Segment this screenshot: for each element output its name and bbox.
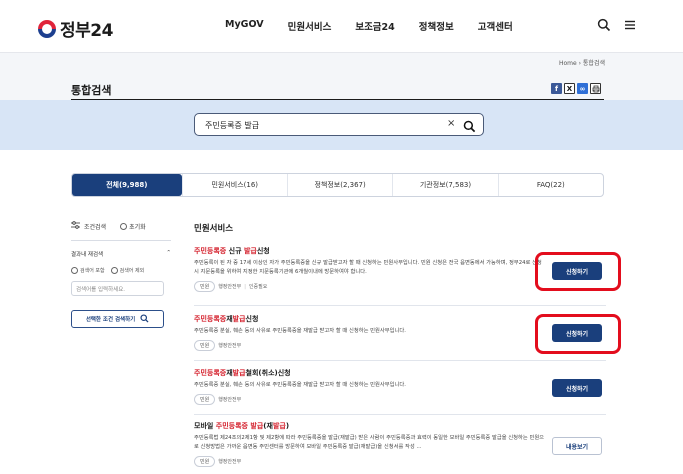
reset-icon	[120, 222, 128, 230]
filter-divider	[71, 240, 171, 241]
breadcrumb-separator: ›	[578, 60, 581, 67]
page-title: 통합검색	[71, 84, 112, 97]
title-keyword: 주민등록증 발급	[215, 422, 264, 430]
breadcrumb-current: 통합검색	[582, 60, 605, 67]
title-keyword: 발급	[243, 247, 257, 255]
reset-button[interactable]: 초기화	[120, 222, 146, 231]
radio-include[interactable]: 검색어 포함	[71, 267, 105, 274]
result-description: 주민등록이 된 자 중 17세 이상인 자가 주민등록증을 신규 발급받고자 할…	[194, 260, 542, 275]
radio-icon	[110, 267, 118, 274]
radio-include-label: 검색어 포함	[80, 268, 105, 274]
org-name: 행정안전부	[218, 343, 242, 349]
meta-divider: |	[244, 283, 246, 290]
result-description: 주민등록증 분실, 훼손 등의 사유로 주민등록증을 재발급 받고자 할 때 신…	[194, 382, 406, 388]
share-tools: f X ∞	[551, 83, 601, 94]
logo-text: 정부24	[60, 21, 113, 41]
org-name: 행정안전부	[218, 397, 242, 403]
nav-mygov[interactable]: MyGOV	[225, 19, 264, 33]
result-item: 모바일 주민등록증 발급(재발급) 주민등록법 제24조의2제1항 및 제2항에…	[194, 421, 606, 467]
nav-subsidy24[interactable]: 보조금24	[355, 19, 394, 33]
title-text: 모바일	[194, 422, 216, 430]
result-title[interactable]: 주민등록증재발급철회(취소)신청	[194, 368, 606, 378]
search-input[interactable]	[205, 118, 435, 132]
reset-label: 초기화	[129, 223, 146, 231]
taegeuk-logo-icon	[38, 19, 56, 38]
filter-sidebar: 조건검색 초기화 결과내 재검색 ⌃ 검색어 포함 검색어 제외 검색어를 입력…	[71, 220, 171, 328]
org-name: 행정안전부	[218, 459, 242, 465]
auth-required: 인증필요	[248, 284, 268, 290]
category-tag: 민원	[194, 456, 216, 467]
site-logo[interactable]: 정부24	[38, 16, 113, 41]
category-tag: 민원	[194, 394, 216, 405]
x-twitter-icon[interactable]: X	[564, 83, 575, 94]
breadcrumb-home[interactable]: Home	[559, 60, 577, 67]
results-section: 민원서비스 주민등록증 신규 발급신청 주민등록이 된 자 중 17세 이상인 …	[194, 222, 621, 467]
filter-sliders-icon	[71, 221, 80, 231]
title-text: 신규	[226, 247, 244, 255]
title-keyword: 주민등록증	[194, 369, 227, 377]
research-title: 결과내 재검색	[71, 252, 104, 258]
search-icon	[140, 313, 149, 325]
org-name: 행정안전부	[218, 284, 242, 290]
condition-search-label: 선택한 조건 검색하기	[85, 317, 136, 323]
result-title[interactable]: 모바일 주민등록증 발급(재발급)	[194, 421, 606, 431]
title-keyword: 발급	[272, 422, 286, 430]
item-divider	[194, 360, 606, 361]
view-details-button[interactable]: 내용보기	[552, 437, 602, 455]
category-tag: 민원	[194, 340, 216, 351]
category-tag: 민원	[194, 281, 216, 292]
title-keyword: 주민등록증	[194, 247, 227, 255]
research-input[interactable]: 검색어를 입력하세요.	[71, 281, 164, 296]
result-item: 주민등록증 신규 발급신청 주민등록이 된 자 중 17세 이상인 자가 주민등…	[194, 246, 621, 292]
item-divider	[194, 305, 606, 306]
radio-icon	[71, 267, 78, 274]
radio-exclude[interactable]: 검색어 제외	[110, 267, 145, 274]
title-text: (재	[263, 422, 273, 430]
highlight-annotation	[535, 314, 621, 354]
highlight-annotation	[535, 252, 621, 291]
title-keyword: 발급	[232, 369, 246, 377]
result-description: 주민등록증 분실, 훼손 등의 사유로 주민등록증을 재발급 받고자 할 때 신…	[194, 328, 406, 334]
result-item: 주민등록증재발급신청 주민등록증 분실, 훼손 등의 사유로 주민등록증을 재발…	[194, 314, 621, 354]
title-keyword: 주민등록증	[194, 315, 227, 323]
result-item: 주민등록증재발급철회(취소)신청 주민등록증 분실, 훼손 등의 사유로 주민등…	[194, 368, 606, 405]
nav-policy-info[interactable]: 정책정보	[419, 19, 454, 33]
site-header: 정부24 MyGOV 민원서비스 보조금24 정책정보 고객센터	[0, 0, 683, 53]
print-icon[interactable]	[590, 83, 601, 94]
apply-button[interactable]: 신청하기	[552, 379, 602, 397]
filter-title: 조건검색	[84, 223, 107, 231]
tab-all[interactable]: 전체(9,988)	[72, 174, 182, 196]
link-icon[interactable]: ∞	[577, 83, 588, 94]
search-box: ×	[194, 113, 484, 136]
breadcrumb: Home › 통합검색	[559, 58, 605, 67]
radio-exclude-label: 검색어 제외	[119, 268, 145, 274]
result-tabs: 전체(9,988) 민원서비스(16) 정책정보(2,367) 기관정보(7,5…	[71, 173, 604, 197]
title-text: )	[285, 422, 290, 430]
search-icon[interactable]	[597, 17, 611, 32]
tab-faq[interactable]: FAQ(22)	[497, 174, 603, 196]
result-description: 주민등록법 제24조의2제1항 및 제2항에 따라 주민등록증을 발급(재발급)…	[194, 435, 545, 450]
clear-search-icon[interactable]: ×	[447, 118, 455, 129]
menu-icon[interactable]	[623, 17, 637, 31]
title-text: 신청	[256, 247, 270, 255]
tab-civil-service[interactable]: 민원서비스(16)	[181, 174, 287, 196]
tab-policy-info[interactable]: 정책정보(2,367)	[286, 174, 392, 196]
chevron-up-icon[interactable]: ⌃	[166, 250, 171, 258]
nav-customer-center[interactable]: 고객센터	[478, 19, 513, 33]
tab-org-info[interactable]: 기관정보(7,583)	[392, 174, 497, 196]
search-submit-icon[interactable]	[463, 118, 476, 137]
title-text: 신청	[245, 315, 259, 323]
main-nav: MyGOV 민원서비스 보조금24 정책정보 고객센터	[225, 19, 537, 33]
condition-search-button[interactable]: 선택한 조건 검색하기	[71, 310, 164, 328]
title-text: 철회(취소)신청	[245, 369, 291, 377]
title-keyword: 발급	[232, 315, 246, 323]
section-title: 민원서비스	[194, 224, 234, 234]
nav-civil-service[interactable]: 민원서비스	[288, 19, 332, 33]
facebook-icon[interactable]: f	[551, 83, 562, 94]
item-divider	[194, 414, 606, 415]
